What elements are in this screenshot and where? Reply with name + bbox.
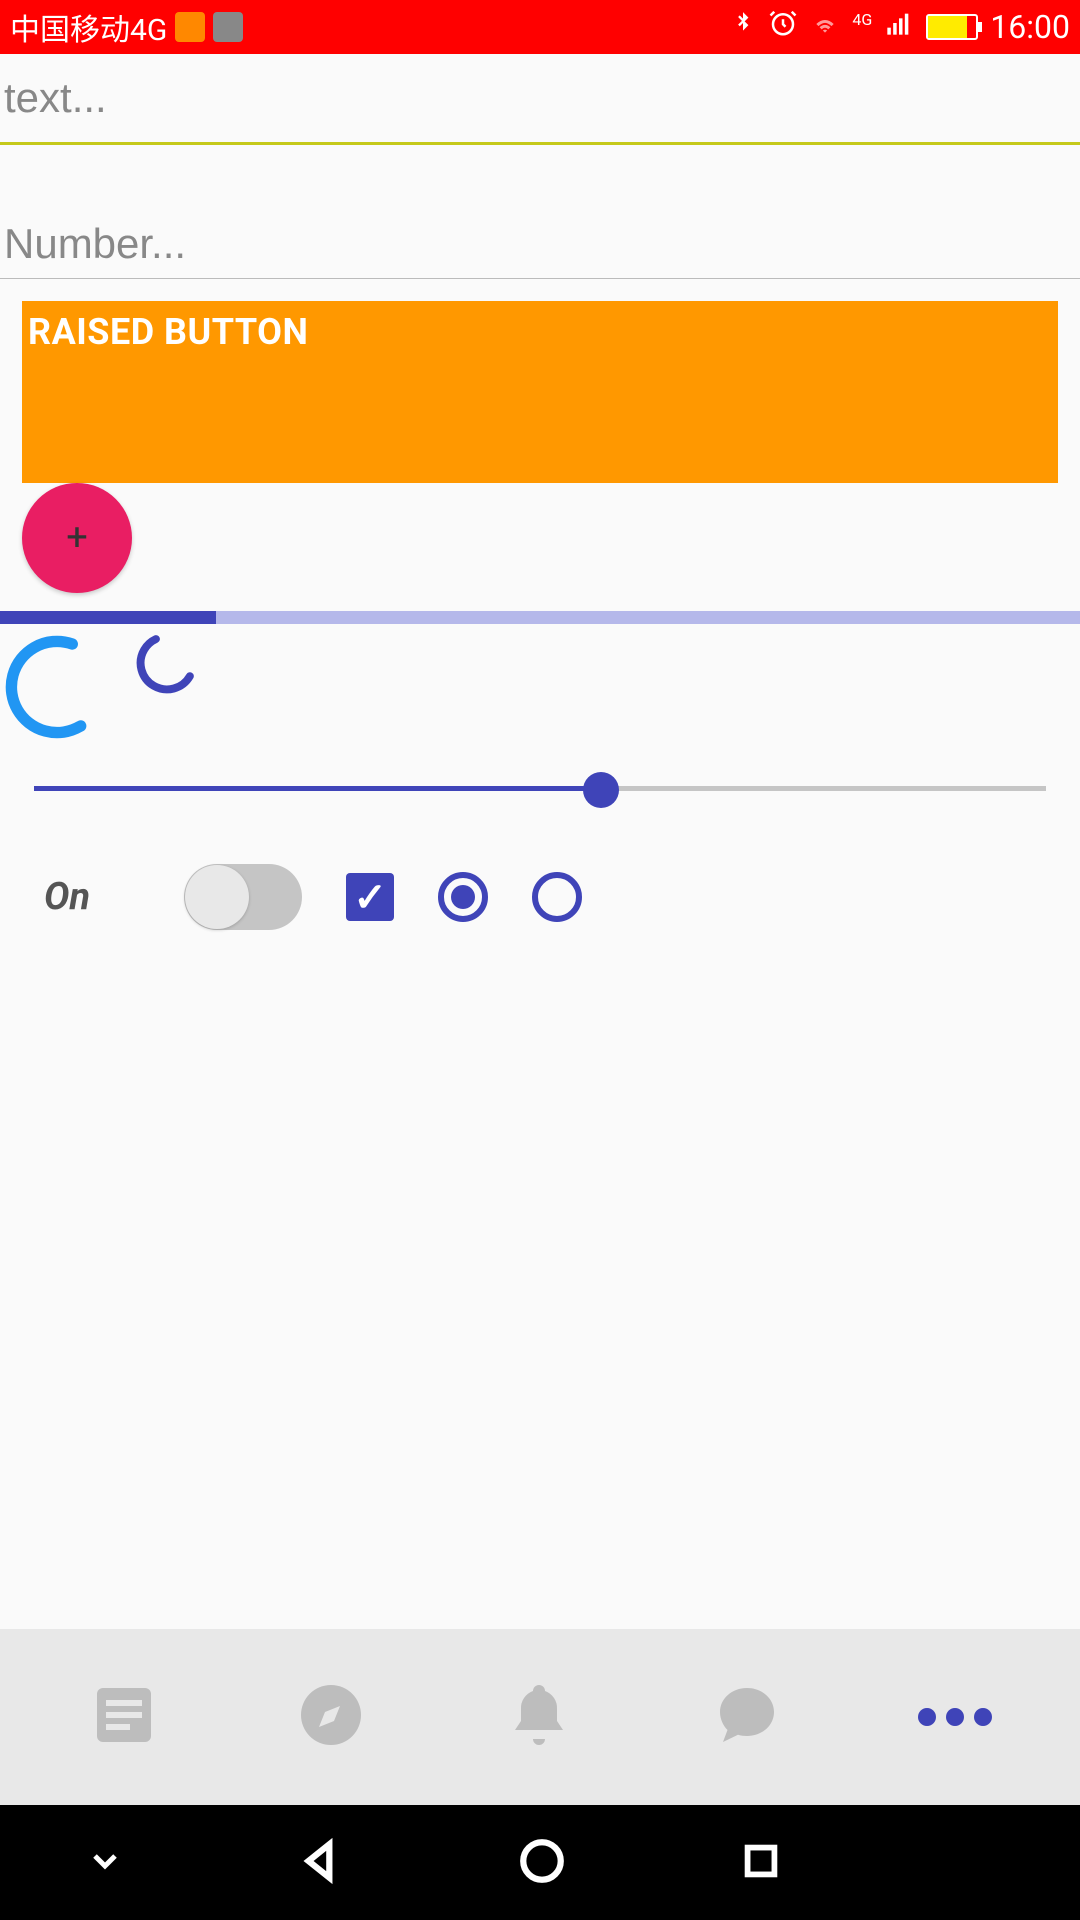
- main-content: RAISED BUTTON + On ✓: [0, 54, 1080, 1629]
- status-left: 中国移动4G: [10, 5, 243, 49]
- system-expand-icon[interactable]: [85, 1841, 125, 1885]
- spinners-row: [0, 630, 1080, 744]
- clock-label: 16:00: [990, 8, 1070, 46]
- raised-button[interactable]: RAISED BUTTON: [22, 301, 1058, 483]
- radio-dot-icon: [451, 885, 475, 909]
- slider[interactable]: [34, 764, 1046, 814]
- slider-fill: [34, 786, 601, 791]
- switch-toggle[interactable]: [184, 864, 302, 930]
- linear-progress: [0, 611, 1080, 624]
- text-input[interactable]: [0, 54, 1080, 145]
- notification-app-icon-1: [175, 12, 205, 42]
- slider-thumb[interactable]: [583, 772, 619, 808]
- nav-more-icon[interactable]: [918, 1708, 992, 1726]
- system-recent-icon[interactable]: [738, 1838, 784, 1888]
- check-icon: ✓: [353, 874, 387, 921]
- wifi-icon: [810, 10, 840, 45]
- status-right: 4G 16:00: [730, 8, 1070, 46]
- radio-option-2[interactable]: [532, 872, 582, 922]
- nav-list-icon[interactable]: [88, 1679, 160, 1755]
- nav-chat-icon[interactable]: [711, 1679, 783, 1755]
- battery-icon: [926, 14, 978, 40]
- dot-icon: [946, 1708, 964, 1726]
- switch-label: On: [44, 875, 90, 919]
- switch-thumb: [185, 865, 249, 929]
- checkbox[interactable]: ✓: [346, 873, 394, 921]
- number-input[interactable]: [0, 200, 1080, 279]
- dot-icon: [974, 1708, 992, 1726]
- fab-add-button[interactable]: +: [22, 483, 132, 593]
- radio-option-1[interactable]: [438, 872, 488, 922]
- system-nav-bar: [0, 1805, 1080, 1920]
- nav-explore-icon[interactable]: [295, 1679, 367, 1755]
- circular-progress-small: [134, 630, 200, 696]
- plus-icon: +: [66, 516, 88, 560]
- nav-notifications-icon[interactable]: [503, 1679, 575, 1755]
- bluetooth-icon: [730, 8, 756, 46]
- alarm-icon: [768, 8, 798, 46]
- notification-app-icon-2: [213, 12, 243, 42]
- system-home-icon[interactable]: [517, 1836, 567, 1890]
- status-bar: 中国移动4G 4G 16:00: [0, 0, 1080, 54]
- network-4g-label: 4G: [852, 10, 872, 29]
- signal-icon: [884, 9, 914, 45]
- system-back-icon[interactable]: [296, 1836, 346, 1890]
- controls-row: On ✓: [44, 864, 1080, 930]
- circular-progress-large: [0, 630, 114, 744]
- carrier-label: 中国移动4G: [10, 5, 167, 49]
- bottom-nav: [0, 1629, 1080, 1805]
- linear-progress-fill: [0, 611, 216, 624]
- dot-icon: [918, 1708, 936, 1726]
